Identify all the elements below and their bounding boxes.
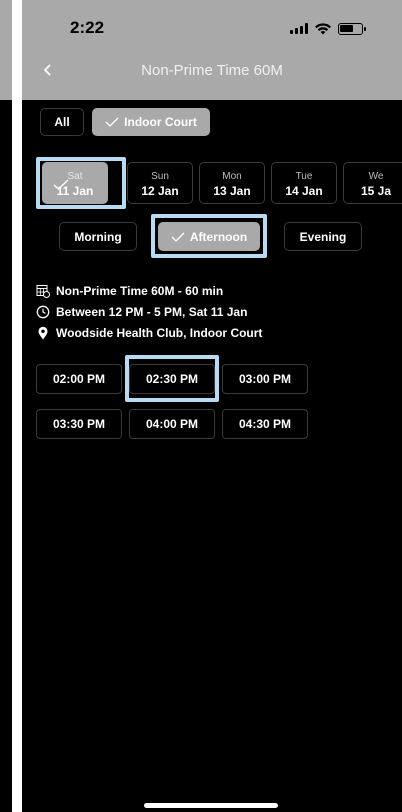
service-info-row: Non-Prime Time 60M - 60 min xyxy=(36,284,223,298)
phone-screen: 2:22 Non-Prime Time 60M All Indoor Court… xyxy=(22,0,402,812)
home-indicator[interactable] xyxy=(144,803,278,808)
location-name: Woodside Health Club, Indoor Court xyxy=(56,326,263,340)
day-tue-14-jan[interactable]: Tue 14 Jan xyxy=(271,162,337,204)
check-icon xyxy=(171,232,185,242)
period-afternoon-chip[interactable]: Afternoon xyxy=(158,222,260,251)
filter-all-label: All xyxy=(54,115,70,129)
service-name: Non-Prime Time 60M - 60 min xyxy=(56,284,224,298)
check-icon xyxy=(105,117,119,127)
period-evening-chip[interactable]: Evening xyxy=(284,222,362,251)
status-icons xyxy=(290,22,366,35)
day-of-week: Tue xyxy=(295,171,313,182)
battery-icon xyxy=(338,22,366,35)
time-slot[interactable]: 03:00 PM xyxy=(222,364,308,394)
day-date: 14 Jan xyxy=(285,184,323,198)
period-evening-label: Evening xyxy=(299,229,347,244)
location-row: Woodside Health Club, Indoor Court xyxy=(36,326,262,340)
day-sun-12-jan[interactable]: Sun 12 Jan xyxy=(127,162,193,204)
clock-icon xyxy=(36,305,50,319)
background-window-strip xyxy=(0,0,12,812)
time-slot[interactable]: 04:00 PM xyxy=(129,409,215,439)
signal-icon xyxy=(290,23,308,34)
day-of-week: Sun xyxy=(151,171,169,182)
background-window-strip-header xyxy=(0,0,12,100)
day-date: 15 Ja xyxy=(360,184,392,198)
day-sat-11-jan[interactable]: Sat 11 Jan xyxy=(42,162,108,204)
time-range-row: Between 12 PM - 5 PM, Sat 11 Jan xyxy=(36,305,247,319)
day-of-week: Mon xyxy=(222,171,242,182)
period-afternoon-label: Afternoon xyxy=(189,229,248,244)
filter-indoor-court-chip[interactable]: Indoor Court xyxy=(92,108,210,136)
day-of-week: We xyxy=(368,171,384,182)
day-date: 11 Jan xyxy=(56,184,94,198)
time-slot[interactable]: 03:30 PM xyxy=(36,409,122,439)
day-wed-15-jan[interactable]: We 15 Ja xyxy=(343,162,402,204)
header-area xyxy=(22,0,402,100)
time-slot-label: 04:30 PM xyxy=(238,417,292,431)
time-range: Between 12 PM - 5 PM, Sat 11 Jan xyxy=(56,305,248,319)
time-slot-label: 02:00 PM xyxy=(52,372,106,386)
time-slot[interactable]: 04:30 PM xyxy=(222,409,308,439)
filter-indoor-court-label: Indoor Court xyxy=(124,115,197,129)
wifi-icon xyxy=(315,23,331,35)
time-slot-label: 04:00 PM xyxy=(145,417,199,431)
day-date: 13 Jan xyxy=(213,184,251,198)
period-morning-chip[interactable]: Morning xyxy=(59,222,137,251)
day-date: 12 Jan xyxy=(141,184,179,198)
time-slot-label: 03:00 PM xyxy=(238,372,292,386)
filter-all-chip[interactable]: All xyxy=(40,108,84,136)
time-slot[interactable]: 02:00 PM xyxy=(36,364,122,394)
calendar-clock-icon xyxy=(36,285,50,298)
day-of-week: Sat xyxy=(67,171,83,182)
period-morning-label: Morning xyxy=(74,229,122,244)
location-pin-icon xyxy=(38,326,48,340)
time-slot-label: 02:30 PM xyxy=(145,372,199,386)
status-time: 2:22 xyxy=(70,18,105,37)
time-slot[interactable]: 02:30 PM xyxy=(129,364,215,394)
time-slot-label: 03:30 PM xyxy=(52,417,106,431)
day-mon-13-jan[interactable]: Mon 13 Jan xyxy=(199,162,265,204)
page-title: Non-Prime Time 60M xyxy=(141,62,283,79)
